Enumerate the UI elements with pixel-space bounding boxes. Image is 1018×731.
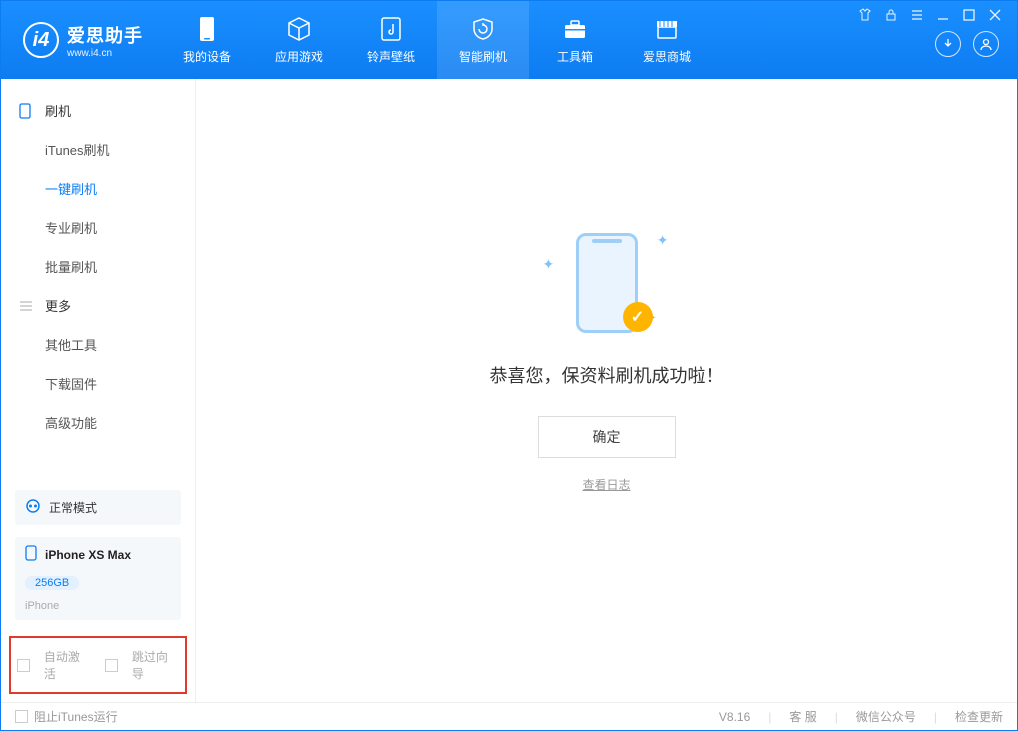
main-content: ✦ ✦ ✦ ✓ 恭喜您，保资料刷机成功啦！ 确定 查看日志 — [196, 79, 1017, 702]
success-message: 恭喜您，保资料刷机成功啦！ — [490, 362, 724, 388]
app-title: 爱思助手 — [67, 22, 143, 48]
nav-tab-store[interactable]: 爱思商城 — [621, 1, 713, 79]
skip-guide-label: 跳过向导 — [132, 648, 179, 682]
download-button[interactable] — [935, 31, 961, 57]
sidebar-group-flash: 刷机 — [1, 91, 195, 130]
refresh-shield-icon — [470, 16, 496, 42]
device-info-box[interactable]: iPhone XS Max 256GB iPhone — [15, 537, 181, 620]
nav-tab-toolbox[interactable]: 工具箱 — [529, 1, 621, 79]
device-storage-badge: 256GB — [25, 576, 79, 590]
lock-icon[interactable] — [883, 7, 899, 23]
sidebar-item-oneclick-flash[interactable]: 一键刷机 — [1, 169, 195, 208]
block-itunes-label: 阻止iTunes运行 — [34, 708, 118, 725]
view-log-link[interactable]: 查看日志 — [582, 476, 630, 493]
check-update-link[interactable]: 检查更新 — [955, 708, 1003, 725]
ok-button[interactable]: 确定 — [538, 416, 676, 458]
sidebar-item-download-firmware[interactable]: 下载固件 — [1, 364, 195, 403]
auto-activate-label: 自动激活 — [44, 648, 91, 682]
tshirt-icon[interactable] — [857, 7, 873, 23]
phone-small-icon — [25, 545, 37, 564]
checkbox-skip-guide[interactable] — [105, 659, 118, 672]
checkbox-auto-activate[interactable] — [17, 659, 30, 672]
sidebar-item-itunes-flash[interactable]: iTunes刷机 — [1, 130, 195, 169]
nav-tabs: 我的设备 应用游戏 铃声壁纸 智能刷机 工具箱 爱思商城 — [161, 1, 713, 79]
flash-options-highlighted: 自动激活 跳过向导 — [9, 636, 187, 694]
close-icon[interactable] — [987, 7, 1003, 23]
menu-icon[interactable] — [909, 7, 925, 23]
nav-tab-flash[interactable]: 智能刷机 — [437, 1, 529, 79]
checkbox-block-itunes[interactable] — [15, 710, 28, 723]
minimize-icon[interactable] — [935, 7, 951, 23]
store-icon — [654, 16, 680, 42]
wechat-link[interactable]: 微信公众号 — [856, 708, 916, 725]
maximize-icon[interactable] — [961, 7, 977, 23]
app-subtitle: www.i4.cn — [67, 48, 143, 59]
support-link[interactable]: 客 服 — [789, 708, 816, 725]
cube-icon — [286, 16, 312, 42]
nav-tab-ringtones[interactable]: 铃声壁纸 — [345, 1, 437, 79]
device-type: iPhone — [25, 600, 59, 612]
device-icon — [19, 103, 35, 119]
window-controls — [857, 7, 1003, 23]
logo: i4 爱思助手 www.i4.cn — [1, 1, 161, 79]
nav-tab-device[interactable]: 我的设备 — [161, 1, 253, 79]
device-mode-label: 正常模式 — [49, 499, 97, 516]
device-mode-box[interactable]: 正常模式 — [15, 490, 181, 525]
version-label: V8.16 — [719, 710, 750, 724]
sidebar-item-batch-flash[interactable]: 批量刷机 — [1, 247, 195, 286]
toolbox-icon — [562, 16, 588, 42]
logo-icon: i4 — [23, 22, 59, 58]
device-name: iPhone XS Max — [45, 548, 131, 562]
mode-icon — [25, 498, 41, 517]
sidebar-item-pro-flash[interactable]: 专业刷机 — [1, 208, 195, 247]
sidebar-group-more: 更多 — [1, 286, 195, 325]
nav-tab-apps[interactable]: 应用游戏 — [253, 1, 345, 79]
footer: 阻止iTunes运行 V8.16 | 客 服 | 微信公众号 | 检查更新 — [1, 702, 1017, 730]
sidebar: 刷机 iTunes刷机 一键刷机 专业刷机 批量刷机 更多 其他工具 下载固件 … — [1, 79, 196, 702]
music-file-icon — [378, 16, 404, 42]
app-header: i4 爱思助手 www.i4.cn 我的设备 应用游戏 铃声壁纸 智能刷机 工具… — [1, 1, 1017, 79]
checkmark-icon: ✓ — [623, 302, 653, 332]
sidebar-item-advanced[interactable]: 高级功能 — [1, 403, 195, 442]
phone-icon — [194, 16, 220, 42]
success-illustration: ✦ ✦ ✦ ✓ — [527, 228, 687, 338]
sidebar-item-other-tools[interactable]: 其他工具 — [1, 325, 195, 364]
user-button[interactable] — [973, 31, 999, 57]
list-icon — [19, 300, 35, 312]
